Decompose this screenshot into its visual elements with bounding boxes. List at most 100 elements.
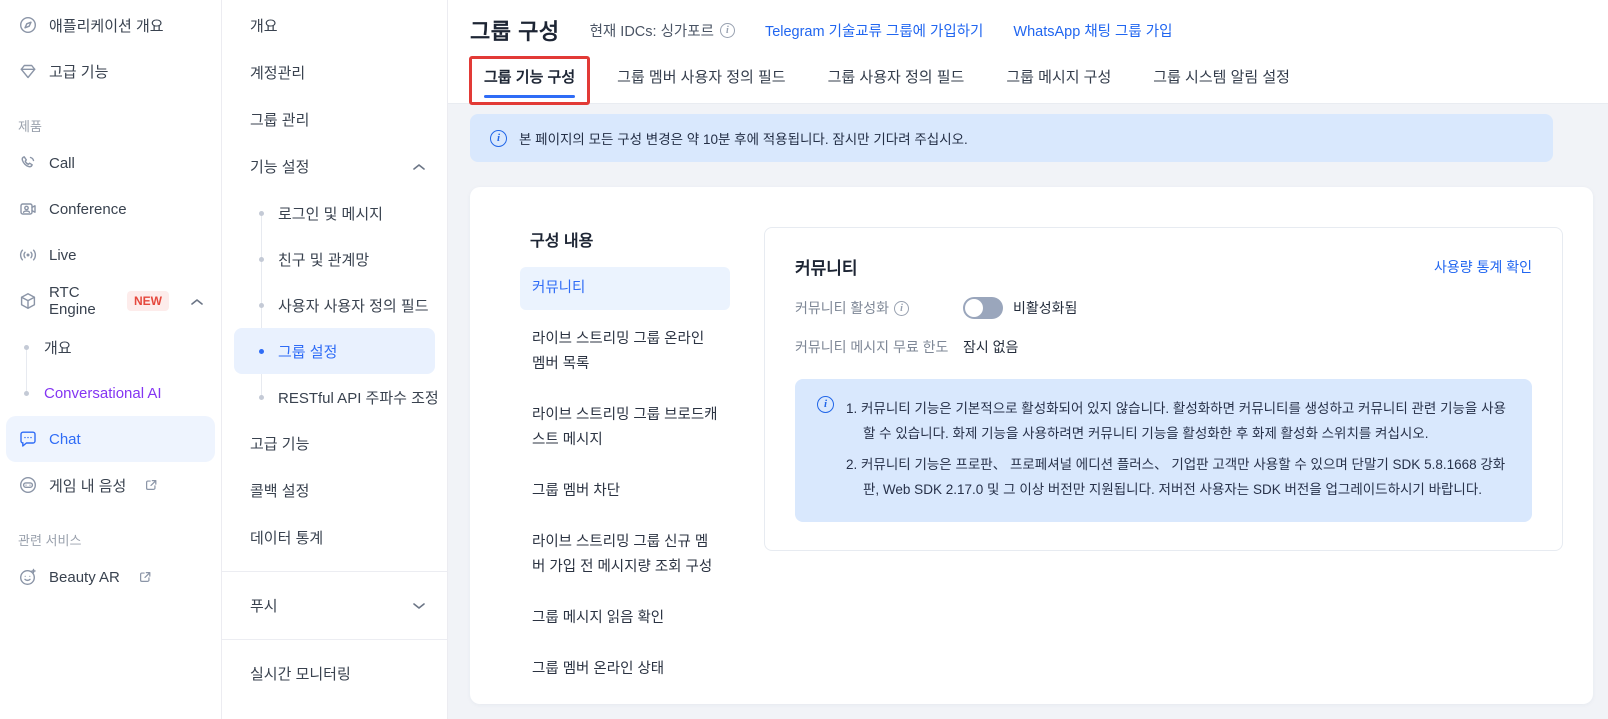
bullet-icon (24, 344, 29, 350)
sidebar-item-label: Conference (49, 200, 127, 218)
sidebar-item-conference[interactable]: Conference (0, 186, 221, 232)
nav-item-group-management[interactable]: 그룹 관리 (222, 96, 447, 143)
sidebar-item-premium-features[interactable]: 고급 기능 (0, 48, 221, 94)
cube-icon (18, 291, 38, 311)
sidebar-item-label: 개요 (44, 339, 72, 357)
chat-bubble-icon (18, 429, 38, 449)
gem-icon (18, 61, 38, 81)
nav-item-label: 데이터 통계 (250, 530, 324, 547)
sidebar-item-label: Call (49, 154, 75, 172)
app-window: 애플리케이션 개요 고급 기능 제품 Call Conference Live … (0, 0, 1608, 719)
external-link-icon (138, 570, 152, 584)
main-content: 그룹 구성 현재 IDCs: 싱가포르 i Telegram 기술교류 그룹에 … (448, 0, 1608, 719)
tab-group-custom-fields[interactable]: 그룹 사용자 정의 필드 (828, 66, 965, 102)
nav-item-label: 로그인 및 메시지 (278, 205, 383, 223)
community-quota-label: 커뮤니티 메시지 무료 한도 (795, 339, 949, 355)
bullet-icon (259, 302, 264, 308)
sidebar-item-beauty-ar[interactable]: Beauty AR (0, 554, 221, 600)
tab-group-member-custom-fields[interactable]: 그룹 멤버 사용자 정의 필드 (617, 66, 785, 102)
broadcast-icon (18, 245, 38, 265)
telegram-group-link[interactable]: Telegram 기술교류 그룹에 가입하기 (765, 20, 983, 41)
new-badge: NEW (127, 291, 169, 311)
nav-item-push[interactable]: 푸시 (222, 582, 447, 629)
info-icon[interactable]: i (894, 300, 910, 316)
nav-item-label: 기능 설정 (250, 159, 310, 176)
chevron-down-icon[interactable] (413, 597, 425, 614)
sidebar-section-related-services: 관련 서비스 (18, 532, 82, 548)
nav-item-feature-settings[interactable]: 기능 설정 (222, 143, 447, 190)
sidebar-item-chat[interactable]: Chat (6, 416, 215, 462)
tab-label: 그룹 기능 구성 (484, 69, 576, 86)
nav-item-data-statistics[interactable]: 데이터 통계 (222, 514, 447, 561)
nav-item-friends-relations[interactable]: 친구 및 관계망 (222, 236, 447, 282)
nav-item-callback-settings[interactable]: 콜백 설정 (222, 467, 447, 514)
active-tab-underline (484, 95, 576, 98)
community-enable-label: 커뮤니티 활성화 (795, 300, 890, 316)
config-item-live-group-prejoin-message-query[interactable]: 라이브 스트리밍 그룹 신규 멤버 가입 전 메시지량 조회 구성 (520, 521, 730, 589)
divider (222, 639, 447, 640)
config-item-community[interactable]: 커뮤니티 (520, 267, 730, 310)
nav-item-group-settings[interactable]: 그룹 설정 (234, 328, 435, 374)
info-icon[interactable]: i (719, 22, 735, 38)
sidebar-item-rtc-overview[interactable]: 개요 (0, 324, 221, 370)
nav-item-login-messages[interactable]: 로그인 및 메시지 (222, 190, 447, 236)
current-idc: 현재 IDCs: 싱가포르 i (590, 20, 735, 41)
sidebar-item-call[interactable]: Call (0, 140, 221, 186)
community-enable-toggle[interactable] (963, 297, 1003, 319)
sidebar-item-live[interactable]: Live (0, 232, 221, 278)
toggle-knob (965, 299, 983, 317)
nav-item-restful-api-rate[interactable]: RESTful API 주파수 조정 (222, 374, 447, 420)
community-enable-row: 커뮤니티 활성화 i 비활성화됨 (795, 297, 1532, 319)
usage-statistics-link[interactable]: 사용량 통계 확인 (1434, 257, 1532, 277)
info-banner-text: 본 페이지의 모든 구성 변경은 약 10분 후에 적용됩니다. 잠시만 기다려… (519, 132, 968, 147)
info-circle-icon: i (490, 129, 507, 147)
community-note-box: i 1. 커뮤니티 기능은 기본적으로 활성화되어 있지 않습니다. 활성화하면… (795, 379, 1532, 522)
tab-group-system-notification[interactable]: 그룹 시스템 알림 설정 (1153, 66, 1290, 102)
sidebar-item-label: Conversational AI (44, 384, 162, 402)
compass-icon (18, 15, 38, 35)
config-item-group-message-read-receipt[interactable]: 그룹 메시지 읽음 확인 (520, 597, 730, 640)
nav-item-label: 콜백 설정 (250, 483, 310, 500)
sidebar-item-label: RTC Engine (49, 284, 96, 318)
tab-group-feature-config[interactable]: 그룹 기능 구성 (469, 56, 591, 105)
config-item-group-member-block[interactable]: 그룹 멤버 차단 (520, 470, 730, 513)
nav-item-label: 그룹 관리 (250, 112, 310, 129)
sidebar-item-in-game-voice[interactable]: 게임 내 음성 (0, 462, 221, 508)
sidebar-item-label: Beauty AR (49, 568, 120, 586)
info-banner: i 본 페이지의 모든 구성 변경은 약 10분 후에 적용됩니다. 잠시만 기… (470, 114, 1553, 162)
page-title: 그룹 구성 (470, 19, 560, 44)
current-idc-label: 현재 IDCs: 싱가포르 (589, 23, 714, 40)
nav-item-user-custom-fields[interactable]: 사용자 사용자 정의 필드 (222, 282, 447, 328)
note-item-1: 1. 커뮤니티 기능은 기본적으로 활성화되어 있지 않습니다. 활성화하면 커… (846, 401, 1506, 441)
whatsapp-group-link[interactable]: WhatsApp 채팅 그룹 가입 (1013, 20, 1172, 41)
community-detail-panel: 커뮤니티 사용량 통계 확인 커뮤니티 활성화 i 비활성화됨 커뮤니티 메시지… (764, 227, 1563, 551)
tab-label: 그룹 메시지 구성 (1006, 69, 1112, 86)
sidebar-item-rtc-engine[interactable]: RTC Engine NEW (0, 278, 221, 324)
content-body: i 본 페이지의 모든 구성 변경은 약 10분 후에 적용됩니다. 잠시만 기… (448, 104, 1608, 719)
content-header: 그룹 구성 현재 IDCs: 싱가포르 i Telegram 기술교류 그룹에 … (448, 0, 1608, 105)
tab-group-message-config[interactable]: 그룹 메시지 구성 (1006, 66, 1111, 102)
nav-item-label: RESTful API 주파수 조정 (278, 389, 439, 407)
chevron-up-icon[interactable] (413, 158, 425, 175)
nav-item-realtime-monitoring[interactable]: 실시간 모니터링 (222, 650, 447, 697)
nav-item-overview[interactable]: 개요 (222, 2, 447, 49)
phone-icon (18, 153, 38, 173)
sidebar-section-products: 제품 (18, 118, 42, 134)
tab-label: 그룹 시스템 알림 설정 (1153, 69, 1290, 86)
config-list-heading: 구성 내용 (530, 233, 594, 250)
group-feature-card: 구성 내용 커뮤니티 라이브 스트리밍 그룹 온라인 멤버 목록 라이브 스트리… (470, 187, 1593, 704)
nav-item-account-management[interactable]: 계정관리 (222, 49, 447, 96)
nav-item-label: 실시간 모니터링 (250, 666, 351, 683)
nav-item-label: 친구 및 관계망 (278, 251, 370, 269)
config-content-list: 구성 내용 커뮤니티 라이브 스트리밍 그룹 온라인 멤버 목록 라이브 스트리… (520, 227, 730, 704)
tab-label: 그룹 사용자 정의 필드 (827, 69, 965, 86)
sidebar-item-application-overview[interactable]: 애플리케이션 개요 (0, 2, 221, 48)
config-item-group-member-online-status[interactable]: 그룹 멤버 온라인 상태 (520, 648, 730, 691)
config-item-live-group-online-members[interactable]: 라이브 스트리밍 그룹 온라인 멤버 목록 (520, 318, 730, 386)
config-item-live-group-broadcast-message[interactable]: 라이브 스트리밍 그룹 브로드캐스트 메시지 (520, 394, 730, 462)
sidebar-item-conversational-ai[interactable]: Conversational AI (0, 370, 221, 416)
nav-item-advanced-features[interactable]: 고급 기능 (222, 420, 447, 467)
community-enable-status: 비활성화됨 (1013, 300, 1078, 316)
chevron-up-icon[interactable] (191, 293, 203, 310)
external-link-icon (144, 478, 158, 492)
